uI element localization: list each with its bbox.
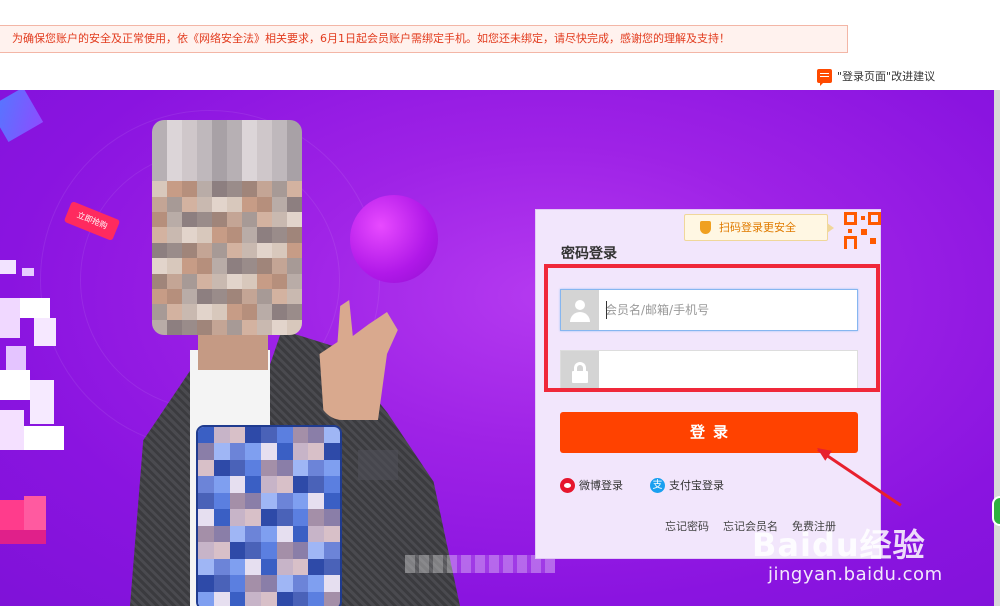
watermark-logo: Baidu经验: [752, 526, 926, 564]
shield-icon: [700, 221, 711, 234]
login-button[interactable]: 登录: [560, 412, 858, 453]
alipay-login-link[interactable]: 支 支付宝登录: [650, 477, 724, 493]
qr-login-tip-label: 扫码登录更安全: [719, 221, 796, 234]
baidu-jingyan-watermark: Baidu经验: [752, 520, 926, 566]
forgot-password-link[interactable]: 忘记密码: [665, 518, 709, 534]
pixelated-face: [152, 120, 302, 335]
weibo-login-label: 微博登录: [579, 479, 623, 492]
scrollbar-edge[interactable]: [994, 90, 1000, 606]
side-widget[interactable]: [992, 496, 1000, 526]
annotation-highlight-box: [544, 264, 880, 392]
feedback-link-label: "登录页面"改进建议: [837, 70, 936, 83]
weibo-login-link[interactable]: 微博登录: [560, 477, 623, 493]
chat-icon: [817, 69, 832, 86]
spokesperson-image: [120, 110, 555, 606]
alipay-login-label: 支付宝登录: [669, 479, 724, 492]
weibo-icon: [560, 477, 575, 493]
login-title: 密码登录: [561, 246, 617, 262]
qr-code-icon[interactable]: [844, 212, 881, 249]
blurred-patch: [358, 450, 398, 480]
feedback-link[interactable]: "登录页面"改进建议: [817, 66, 935, 86]
raised-hand: [319, 300, 398, 420]
blurred-caption: [405, 555, 555, 573]
alipay-icon: 支: [650, 477, 665, 493]
pixelated-phone: [196, 425, 342, 606]
pixelated-slogan: [0, 260, 70, 570]
security-notice-bar: 为确保您账户的安全及正常使用，依《网络安全法》相关要求，6月1日起会员账户需绑定…: [0, 25, 848, 53]
decorative-square: [0, 90, 44, 143]
watermark-url: jingyan.baidu.com: [768, 564, 943, 585]
security-notice-text: 为确保您账户的安全及正常使用，依《网络安全法》相关要求，6月1日起会员账户需绑定…: [12, 32, 730, 45]
